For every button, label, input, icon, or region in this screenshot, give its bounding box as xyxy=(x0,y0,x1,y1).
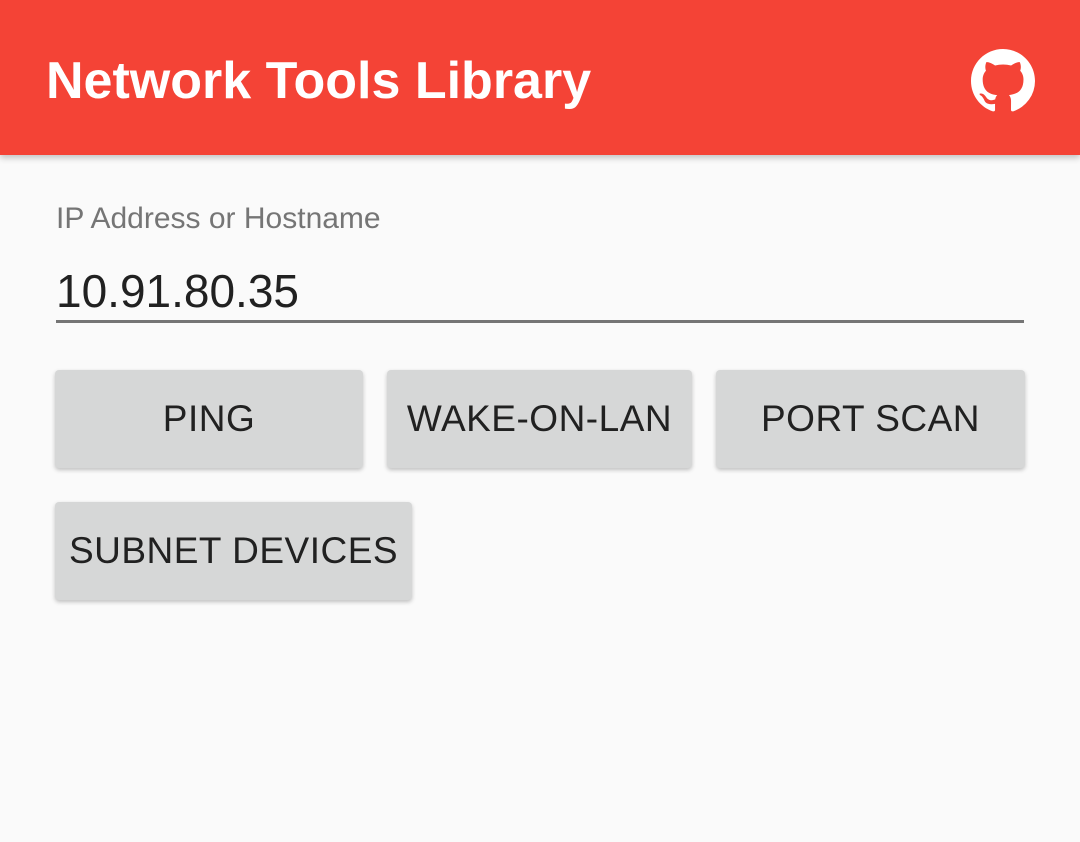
ping-button[interactable]: PING xyxy=(55,370,363,468)
github-button[interactable] xyxy=(960,46,1046,116)
port-scan-button[interactable]: PORT SCAN xyxy=(716,370,1025,468)
github-icon xyxy=(971,49,1035,112)
wake-on-lan-button[interactable]: WAKE-ON-LAN xyxy=(387,370,692,468)
app-bar: Network Tools Library xyxy=(0,0,1080,155)
subnet-devices-button[interactable]: SUBNET DEVICES xyxy=(55,502,412,600)
app-title: Network Tools Library xyxy=(46,52,592,110)
ip-field-label: IP Address or Hostname xyxy=(56,202,381,235)
ip-address-input[interactable] xyxy=(56,262,1024,323)
